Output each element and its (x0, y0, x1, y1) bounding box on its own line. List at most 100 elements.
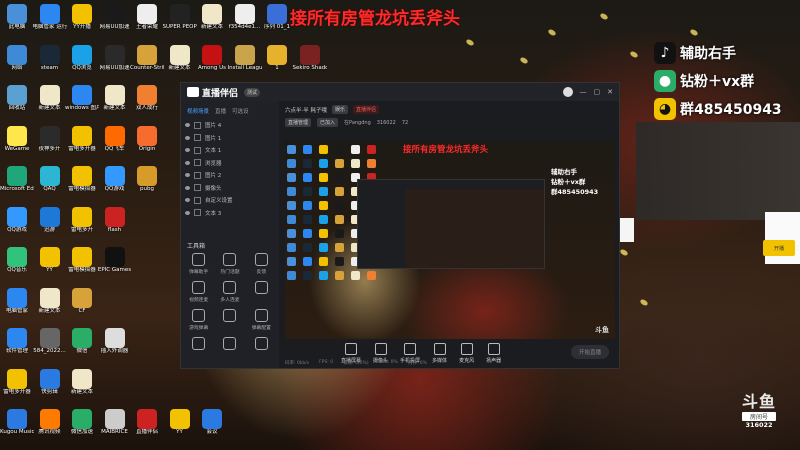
close-icon[interactable]: ✕ (607, 88, 613, 96)
visibility-eye-icon[interactable] (185, 123, 190, 128)
desktop-icon[interactable]: YY (33, 247, 67, 274)
toolbox-item[interactable]: 弹幕助手 (183, 253, 214, 275)
visibility-eye-icon[interactable] (185, 160, 190, 165)
desktop-icon[interactable]: pubg (130, 166, 164, 193)
lock-icon[interactable] (194, 196, 201, 204)
desktop-icon[interactable]: Install League o... (228, 44, 262, 72)
toolbox-item[interactable]: 反馈 (246, 253, 277, 275)
desktop-icon[interactable]: 快剪辑 (33, 368, 67, 396)
desktop-icon[interactable]: Among Us (195, 44, 229, 72)
scene-item[interactable]: 摄像头 (185, 182, 275, 195)
desktop-icon[interactable]: 此电脑 (0, 4, 34, 31)
desktop-icon[interactable]: 雷电模拟器 (65, 247, 99, 274)
joined-pill[interactable]: 已加入 (317, 118, 339, 127)
desktop-icon[interactable]: 双人成行 (130, 85, 164, 112)
toolbox-item[interactable] (183, 337, 214, 352)
desktop-icon[interactable]: 雷电多开器 (65, 125, 99, 153)
scene-item[interactable]: 文本 3 (185, 207, 275, 220)
desktop-icon[interactable]: 会议 (195, 409, 229, 436)
stream-manage-pill[interactable]: 直播管理 (285, 118, 312, 127)
visibility-eye-icon[interactable] (185, 135, 190, 140)
visibility-eye-icon[interactable] (185, 173, 190, 178)
desktop-icon[interactable]: EPIC Games (98, 247, 132, 274)
lock-icon[interactable] (194, 134, 201, 142)
desktop-icon[interactable]: 584_2022... (33, 328, 67, 355)
toolbox-item[interactable]: 热门话题 (214, 253, 245, 275)
desktop-icon[interactable]: 新建文本 (163, 44, 197, 72)
app-name-pill[interactable]: 直播伴侣 (353, 105, 380, 114)
scene-item[interactable]: 图片 4 (185, 119, 275, 132)
desktop-icon[interactable]: steam (33, 44, 67, 72)
desktop-icon[interactable]: 新建文本 (98, 85, 132, 112)
desktop-icon[interactable]: 网络 (0, 44, 34, 72)
tab-settings[interactable]: 可选设 (232, 107, 249, 115)
desktop-icon[interactable]: 直播伴侣 (130, 409, 164, 436)
category-pill[interactable]: 娱乐 (332, 105, 349, 114)
desktop-icon[interactable]: QQ音乐 (0, 247, 34, 274)
desktop-icon[interactable]: 新建文本 (33, 85, 67, 112)
lock-icon[interactable] (194, 146, 201, 154)
toolbox-item[interactable] (214, 337, 245, 352)
desktop-icon[interactable]: WeGame (0, 125, 34, 153)
minimize-icon[interactable]: — (580, 88, 587, 96)
desktop-icon[interactable]: 新建文本 (65, 368, 99, 396)
desktop-icon[interactable]: 王者荣耀 (130, 4, 164, 31)
visibility-eye-icon[interactable] (185, 198, 190, 203)
desktop-icon[interactable]: 网易UU加速 (98, 44, 132, 72)
scene-item[interactable]: 浏览器 (185, 157, 275, 170)
desktop-icon[interactable]: SUPER PEOPLE CBT (163, 4, 197, 31)
desktop-icon[interactable]: 雷电多开 (65, 206, 99, 234)
tab-scenes[interactable]: 视频场景 (187, 107, 209, 115)
toolbox-item[interactable] (246, 337, 277, 352)
stream-preview[interactable]: 接所有房管龙坑丢斧头 辅助右手 钻粉＋vx群 群485450943 斗鱼 (285, 141, 615, 339)
desktop-icon[interactable]: QQ游戏 (0, 206, 34, 234)
visibility-eye-icon[interactable] (185, 210, 190, 215)
desktop-icon[interactable]: 序列 01_1 (260, 4, 294, 31)
desktop-icon[interactable]: 网易UU加速 (98, 4, 132, 31)
desktop-icon[interactable]: f354d4e1... (228, 4, 262, 31)
toolbox-item[interactable] (214, 309, 245, 331)
desktop-icon[interactable]: QQ飞车 (98, 125, 132, 153)
desktop-icon[interactable]: 插入外调器 (98, 328, 132, 355)
toolbox-item[interactable]: 视频连麦 (183, 281, 214, 303)
user-avatar[interactable] (562, 87, 573, 97)
maximize-icon[interactable]: ▢ (594, 88, 601, 96)
lock-icon[interactable] (194, 184, 201, 192)
desktop-icon[interactable]: QAQ (33, 166, 67, 193)
desktop-icon[interactable]: YY (163, 409, 197, 436)
desktop-icon[interactable]: 回收站 (0, 85, 34, 112)
desktop-icon[interactable]: Kugou Music (0, 409, 34, 436)
desktop-icon[interactable]: 雷电多开器 (0, 368, 34, 396)
toolbox-item[interactable] (246, 281, 277, 303)
lock-icon[interactable] (194, 171, 201, 179)
lock-icon[interactable] (194, 209, 201, 217)
lock-icon[interactable] (194, 159, 201, 167)
desktop-icon[interactable]: 1 (260, 44, 294, 72)
visibility-eye-icon[interactable] (185, 185, 190, 190)
toolbox-item[interactable]: 弹幕配置 (246, 309, 277, 331)
desktop-icon[interactable]: CF (65, 287, 99, 315)
desktop-icon[interactable]: Sekiro Shadow... (293, 44, 327, 72)
desktop-icon[interactable]: MAIBRICE (98, 409, 132, 436)
desktop-icon[interactable]: 电脑管家 (0, 287, 34, 315)
desktop-icon[interactable]: YY开播 (65, 4, 99, 31)
scene-item[interactable]: 文本 1 (185, 144, 275, 157)
lock-icon[interactable] (194, 121, 201, 129)
toolbox-item[interactable]: 多人连麦 (214, 281, 245, 303)
desktop-icon[interactable]: 电脑管家 运行检测 (33, 4, 67, 31)
desktop-icon[interactable]: 微信加速 (65, 409, 99, 436)
desktop-icon[interactable]: windows 图片查看 (65, 85, 99, 112)
desktop-icon[interactable]: Origin (130, 125, 164, 153)
visibility-eye-icon[interactable] (185, 148, 190, 153)
scene-item[interactable]: 图片 1 (185, 132, 275, 145)
desktop-icon[interactable]: 雷电模拟器 (65, 166, 99, 193)
desktop-icon[interactable]: 新建文本 (33, 287, 67, 315)
desktop-icon[interactable]: Microsoft Edge (0, 166, 34, 193)
start-stream-button[interactable]: 开始直播 (571, 345, 609, 359)
desktop-icon[interactable]: 夜神多开 (33, 125, 67, 153)
desktop-icon[interactable]: QQ游戏 (98, 166, 132, 193)
desktop-icon[interactable]: flash (98, 206, 132, 234)
desktop-icon[interactable]: 软件管理 (0, 328, 34, 355)
desktop-icon[interactable]: Counter-Strike Global Off... (130, 44, 164, 72)
desktop-icon[interactable]: 迅游 (33, 206, 67, 234)
